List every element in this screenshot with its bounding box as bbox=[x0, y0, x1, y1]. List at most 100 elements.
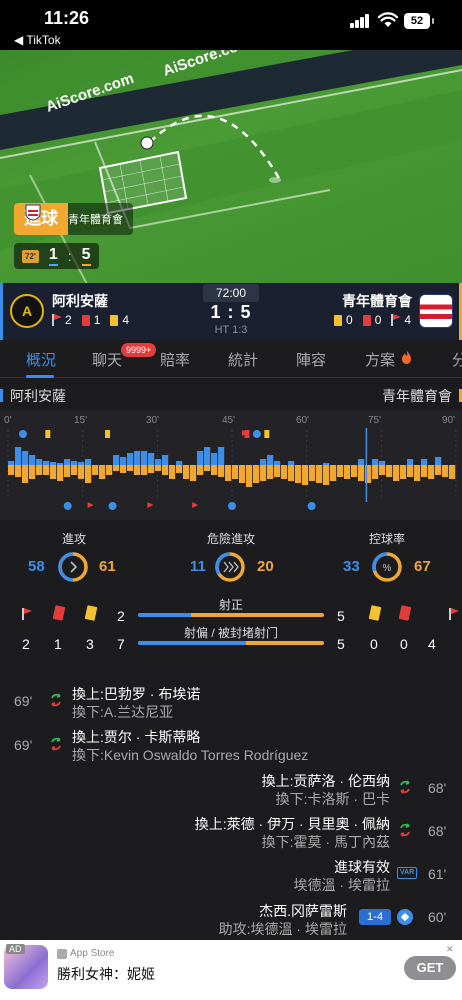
home-momentum-bar bbox=[141, 451, 148, 465]
event-minute: 69' bbox=[14, 693, 33, 709]
wifi-icon bbox=[378, 12, 398, 27]
away-momentum-bar bbox=[211, 465, 218, 475]
away-momentum-bar bbox=[414, 465, 421, 481]
goal-marker-icon bbox=[307, 502, 316, 510]
stat-title-possession: 控球率 bbox=[368, 532, 405, 546]
away-momentum-bar bbox=[260, 465, 267, 481]
away-momentum-bar bbox=[113, 465, 120, 471]
ad-app-title[interactable]: 勝利女神：妮姬 bbox=[57, 964, 155, 984]
minute-tick: 60' bbox=[296, 415, 310, 426]
chat-count-badge: 9999+ bbox=[121, 343, 157, 357]
away-corners-count: 4 bbox=[428, 636, 436, 652]
match-score: 1 : 5 bbox=[210, 302, 252, 322]
away-momentum-bar bbox=[225, 465, 232, 481]
event-sub-in: 換上:贾尔 · 卡斯蒂略 bbox=[72, 729, 201, 745]
substitution-icon bbox=[51, 737, 61, 751]
yellow-card-marker-icon bbox=[264, 430, 270, 438]
half-time-score: HT 1:3 bbox=[214, 324, 248, 336]
away-momentum-bar bbox=[344, 465, 351, 479]
ad-banner[interactable]: AD App Store 勝利女神：妮姬 GET ✕ bbox=[0, 940, 462, 1000]
possession-ring-icon: % bbox=[372, 552, 402, 582]
home-momentum-bar bbox=[218, 447, 225, 465]
away-team-name[interactable]: 青年體育會 bbox=[342, 291, 412, 311]
yellow-card-icon bbox=[334, 314, 342, 326]
home-momentum-bar bbox=[274, 461, 281, 465]
event-minute: 61' bbox=[428, 866, 447, 882]
event-goal-scorer: 杰西.冈萨雷斯 bbox=[259, 903, 347, 919]
away-momentum-bar bbox=[232, 465, 239, 479]
tab-chat[interactable]: 聊天 bbox=[92, 349, 122, 370]
home-momentum-bar bbox=[267, 455, 274, 465]
away-momentum-bar bbox=[155, 465, 162, 471]
home-momentum-bar bbox=[15, 447, 22, 465]
minute-tag: 72' bbox=[22, 249, 39, 263]
ad-store-label: App Store bbox=[70, 948, 115, 959]
tab-plans[interactable]: 方案 bbox=[365, 349, 395, 370]
away-momentum-bar bbox=[323, 465, 330, 485]
corner-flag-icon bbox=[449, 608, 462, 624]
home-momentum-bar bbox=[379, 461, 386, 465]
shots-on-bar bbox=[138, 613, 324, 617]
home-momentum-bar bbox=[407, 459, 414, 465]
ad-close-icon[interactable]: ✕ bbox=[446, 944, 454, 955]
tab-overview[interactable]: 概況 bbox=[26, 349, 56, 370]
ad-get-button[interactable]: GET bbox=[404, 956, 456, 980]
tab-analysis[interactable]: 分 bbox=[452, 349, 462, 370]
away-red-cards: 0 bbox=[374, 313, 382, 327]
home-team-name[interactable]: 阿利安薩 bbox=[52, 291, 108, 311]
away-momentum-bar bbox=[302, 465, 309, 485]
red-card-icon bbox=[81, 314, 90, 326]
away-momentum-bar bbox=[127, 465, 134, 471]
home-momentum-bar bbox=[22, 451, 29, 465]
attack-ring-icon bbox=[58, 552, 88, 582]
home-momentum-bar bbox=[176, 461, 183, 465]
back-to-app-link[interactable]: ◀ TikTok bbox=[14, 33, 61, 47]
event-minute: 68' bbox=[428, 780, 447, 796]
away-momentum-bar bbox=[148, 465, 155, 473]
goal-marker-icon bbox=[228, 502, 236, 510]
home-corners-count: 2 bbox=[22, 636, 30, 652]
attack-momentum-chart bbox=[0, 410, 462, 520]
away-momentum-bar bbox=[442, 465, 449, 477]
strip-home-name: 阿利安薩 bbox=[0, 386, 66, 406]
tab-stats[interactable]: 統計 bbox=[228, 349, 258, 370]
corner-marker-icon bbox=[147, 502, 154, 508]
yellow-card-marker-icon bbox=[45, 430, 51, 438]
corner-flag-icon bbox=[22, 608, 36, 624]
away-team-crest-icon[interactable] bbox=[419, 294, 453, 328]
away-momentum-bar bbox=[428, 465, 435, 479]
away-red-count: 0 bbox=[400, 636, 408, 652]
away-momentum-bar bbox=[197, 465, 204, 475]
away-discipline-row: 0 0 4 bbox=[334, 313, 421, 327]
corner-marker-icon bbox=[87, 502, 94, 508]
home-momentum-bar bbox=[29, 455, 36, 465]
svg-text:%: % bbox=[383, 563, 392, 574]
home-momentum-bar bbox=[372, 459, 379, 465]
shots-off-home: 7 bbox=[117, 636, 125, 652]
tab-odds[interactable]: 賠率 bbox=[160, 349, 190, 370]
away-momentum-bar bbox=[8, 465, 15, 475]
home-momentum-bar bbox=[36, 459, 43, 465]
home-momentum-bar bbox=[211, 453, 218, 465]
home-team-crest-icon[interactable] bbox=[10, 294, 44, 328]
home-momentum-bar bbox=[358, 459, 365, 465]
away-momentum-bar bbox=[337, 465, 344, 477]
shots-on-home: 2 bbox=[117, 608, 125, 624]
minute-tick: 75' bbox=[368, 415, 382, 426]
away-momentum-bar bbox=[218, 465, 225, 477]
tab-lineup[interactable]: 陣容 bbox=[296, 349, 326, 370]
away-momentum-bar bbox=[22, 465, 29, 483]
away-momentum-bar bbox=[288, 465, 295, 481]
goal-marker-icon bbox=[252, 430, 261, 438]
away-momentum-bar bbox=[281, 465, 288, 479]
home-momentum-bar bbox=[85, 459, 92, 465]
ad-tag: AD bbox=[6, 944, 25, 954]
home-momentum-bar bbox=[64, 459, 71, 465]
minute-tick: 90' bbox=[442, 415, 456, 426]
status-time: 11:26 bbox=[44, 8, 90, 28]
away-momentum-bar bbox=[57, 465, 64, 481]
shots-off-label: 射偏 / 被封堵射门 bbox=[183, 626, 278, 640]
ball-icon bbox=[140, 136, 154, 150]
event-sub-out: 換下:Kevin Oswaldo Torres Rodríguez bbox=[72, 747, 309, 763]
home-corners: 2 bbox=[65, 313, 72, 327]
